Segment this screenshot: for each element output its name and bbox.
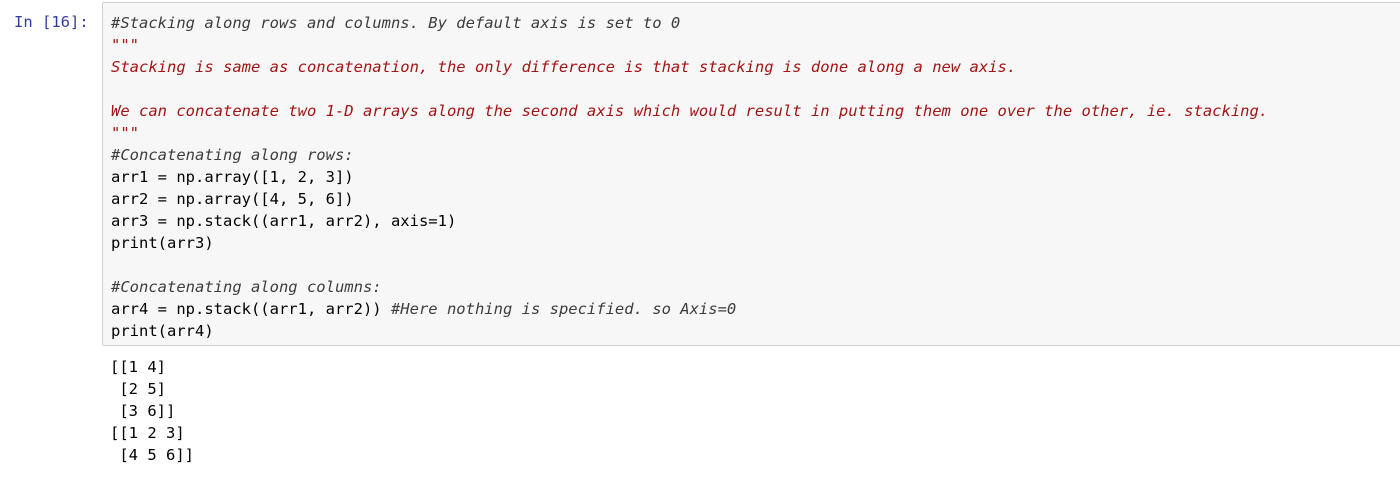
code-line: Stacking is same as concatenation, the o… xyxy=(111,56,1268,78)
code-docstring: We can concatenate two 1-D arrays along … xyxy=(111,102,1269,120)
code-statement: arr2 = np.array([4, 5, 6]) xyxy=(111,190,354,208)
code-docstring: """ xyxy=(111,36,139,54)
code-docstring: Stacking is same as concatenation, the o… xyxy=(111,58,1017,76)
code-comment: #Concatenating along columns: xyxy=(111,278,382,296)
code-statement: print(arr4) xyxy=(111,322,214,340)
input-prompt: In [16]: xyxy=(14,13,89,31)
cell-output: [[1 4] [2 5] [3 6]] [[1 2 3] [4 5 6]] xyxy=(110,356,194,466)
output-line: [2 5] xyxy=(110,380,166,398)
code-line: arr4 = np.stack((arr1, arr2)) #Here noth… xyxy=(111,298,1268,320)
code-line: #Concatenating along rows: xyxy=(111,144,1268,166)
code-comment: #Here nothing is specified. so Axis=0 xyxy=(390,300,737,318)
code-line: arr1 = np.array([1, 2, 3]) xyxy=(111,166,1268,188)
code-editor[interactable]: #Stacking along rows and columns. By def… xyxy=(111,12,1268,342)
code-line: """ xyxy=(111,34,1268,56)
code-line: """ xyxy=(111,122,1268,144)
output-line: [[1 4] xyxy=(110,358,166,376)
code-line: print(arr3) xyxy=(111,232,1268,254)
code-statement: print(arr3) xyxy=(111,234,214,252)
code-comment: #Concatenating along rows: xyxy=(111,146,354,164)
code-line: We can concatenate two 1-D arrays along … xyxy=(111,100,1268,122)
code-statement: arr1 = np.array([1, 2, 3]) xyxy=(111,168,354,186)
output-line: [3 6]] xyxy=(110,402,176,420)
output-line: [[1 2 3] xyxy=(110,424,185,442)
code-input-area[interactable]: #Stacking along rows and columns. By def… xyxy=(102,2,1400,346)
code-statement: arr4 = np.stack((arr1, arr2)) xyxy=(111,300,391,318)
code-line: #Concatenating along columns: xyxy=(111,276,1268,298)
code-line: #Stacking along rows and columns. By def… xyxy=(111,12,1268,34)
notebook-cell: In [16]: #Stacking along rows and column… xyxy=(0,0,1400,479)
code-line: arr2 = np.array([4, 5, 6]) xyxy=(111,188,1268,210)
code-line: print(arr4) xyxy=(111,320,1268,342)
code-comment: #Stacking along rows and columns. By def… xyxy=(111,14,681,32)
code-statement: arr3 = np.stack((arr1, arr2), axis=1) xyxy=(111,212,457,230)
code-line: arr3 = np.stack((arr1, arr2), axis=1) xyxy=(111,210,1268,232)
output-line: [4 5 6]] xyxy=(110,446,194,464)
code-docstring: """ xyxy=(111,124,139,142)
